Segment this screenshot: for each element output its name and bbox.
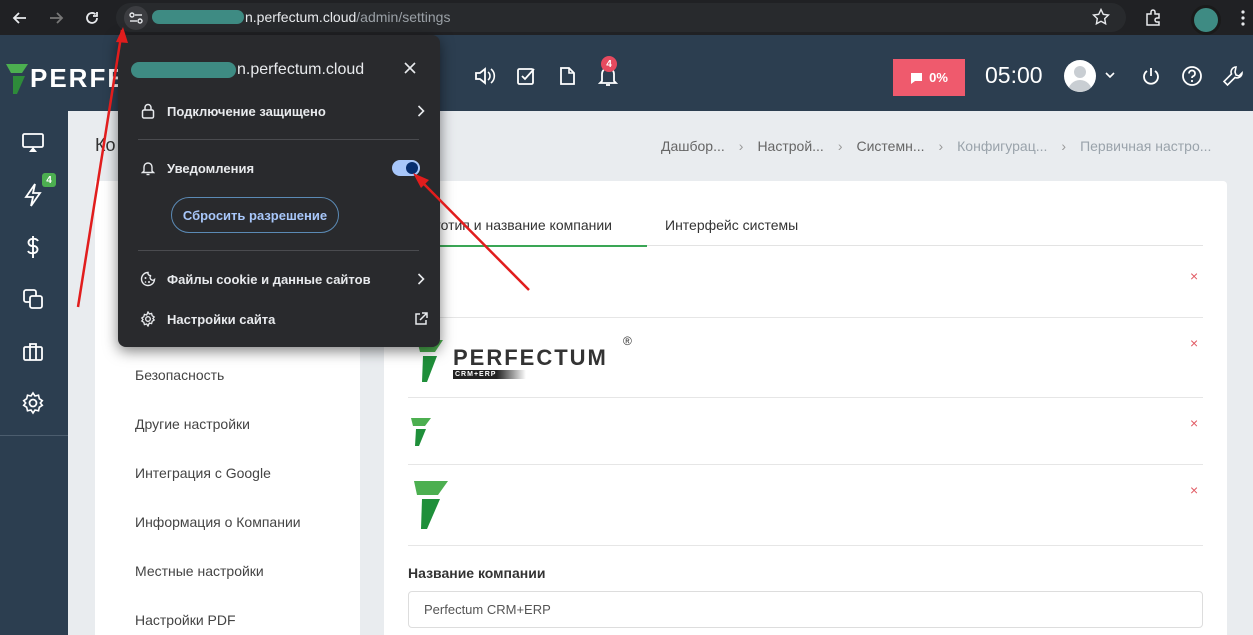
check-square-icon[interactable] <box>515 65 537 87</box>
logo-registered: ® <box>623 334 632 348</box>
tab-logo-company-name[interactable]: оготип и название компании <box>428 217 612 233</box>
timer: 05:00 <box>985 62 1043 88</box>
logo-row <box>408 247 1203 318</box>
chevron-right-icon <box>413 103 429 119</box>
site-settings-icon[interactable] <box>124 6 148 30</box>
breadcrumb-item[interactable]: Конфигурац... <box>957 138 1047 154</box>
gear-icon <box>139 310 157 328</box>
favicon-small-image <box>411 418 431 446</box>
remove-logo-button[interactable]: × <box>1190 335 1198 351</box>
menu-item-company-info[interactable]: Информация о Компании <box>135 514 301 530</box>
logo-text: PERFE <box>30 63 127 93</box>
remove-logo-button[interactable]: × <box>1190 268 1198 284</box>
notification-badge: 4 <box>601 56 617 72</box>
flag-icon <box>911 72 923 84</box>
extensions-icon[interactable] <box>1143 8 1163 28</box>
breadcrumb-item[interactable]: Настрой... <box>757 138 823 154</box>
browser-toolbar: n.perfectum.cloud /admin/settings <box>0 0 1253 35</box>
menu-item-local-settings[interactable]: Местные настройки <box>135 563 264 579</box>
logo-subtitle: CRM+ERP <box>453 370 527 379</box>
gear-icon[interactable] <box>20 390 46 416</box>
user-avatar[interactable] <box>1064 60 1096 92</box>
open-external-icon <box>413 311 429 327</box>
profile-avatar[interactable] <box>1191 5 1221 35</box>
wrench-icon[interactable] <box>1222 65 1244 87</box>
site-info-popup: n.perfectum.cloud Подключение защищено У… <box>118 35 440 347</box>
reload-icon[interactable] <box>82 8 102 28</box>
connection-secure-row[interactable]: Подключение защищено <box>139 99 429 123</box>
breadcrumb: Дашбор... › Настрой... › Системн... › Ко… <box>661 138 1211 154</box>
breadcrumb-item: Первичная настро... <box>1080 138 1212 154</box>
url-text: n.perfectum.cloud /admin/settings <box>152 9 450 25</box>
redacted-subdomain <box>152 10 244 24</box>
help-icon[interactable] <box>1181 65 1203 87</box>
breadcrumb-separator: › <box>938 138 944 154</box>
url-host: n.perfectum.cloud <box>245 9 357 25</box>
menu-kebab-icon[interactable] <box>1233 8 1253 28</box>
app-logo[interactable]: PERFE <box>6 63 127 94</box>
cookies-row[interactable]: Файлы cookie и данные сайтов <box>139 267 429 291</box>
sound-icon[interactable] <box>474 65 496 87</box>
copy-icon[interactable] <box>20 286 46 312</box>
remove-logo-button[interactable]: × <box>1190 482 1198 498</box>
progress-label: 0% <box>929 70 948 85</box>
lock-icon <box>139 102 157 120</box>
close-icon[interactable] <box>400 58 420 78</box>
company-logo-image: PERFECTUM ® CRM+ERP <box>417 334 632 382</box>
bell-icon <box>139 159 157 177</box>
breadcrumb-item[interactable]: Дашбор... <box>661 138 725 154</box>
chevron-down-icon[interactable] <box>1103 68 1117 82</box>
cookies-label: Файлы cookie и данные сайтов <box>167 271 371 287</box>
notifications-toggle[interactable] <box>392 160 420 176</box>
redacted-subdomain <box>131 62 236 78</box>
briefcase-icon[interactable] <box>20 339 46 365</box>
popup-host: n.perfectum.cloud <box>237 61 365 78</box>
sidebar-divider <box>0 435 68 436</box>
cookie-icon <box>139 270 157 288</box>
logo-wordmark: PERFECTUM <box>453 345 608 370</box>
menu-item-google-integration[interactable]: Интеграция с Google <box>135 465 271 481</box>
connection-secure-label: Подключение защищено <box>167 103 326 119</box>
address-bar[interactable]: n.perfectum.cloud /admin/settings <box>116 3 1126 32</box>
main-panel: оготип и название компании Интерфейс сис… <box>384 181 1227 635</box>
breadcrumb-separator: › <box>837 138 843 154</box>
progress-button[interactable]: 0% <box>893 59 965 96</box>
site-settings-row[interactable]: Настройки сайта <box>139 307 429 331</box>
favicon-large-image <box>414 481 448 529</box>
url-path: /admin/settings <box>356 9 451 25</box>
popup-divider <box>138 139 419 140</box>
notifications-row[interactable]: Уведомления <box>139 156 429 180</box>
chevron-right-icon <box>413 271 429 287</box>
company-name-label: Название компании <box>408 565 546 581</box>
breadcrumb-separator: › <box>738 138 744 154</box>
favicon-row <box>408 398 1203 465</box>
menu-item-pdf-settings[interactable]: Настройки PDF <box>135 612 236 628</box>
breadcrumb-separator: › <box>1061 138 1067 154</box>
popup-divider <box>138 250 419 251</box>
site-settings-label: Настройки сайта <box>167 311 276 327</box>
star-icon[interactable] <box>1091 7 1111 31</box>
monitor-icon[interactable] <box>20 130 46 156</box>
logo-row: PERFECTUM ® CRM+ERP <box>408 318 1203 398</box>
page-title: Ко <box>95 135 116 155</box>
forward-icon[interactable] <box>46 8 66 28</box>
remove-logo-button[interactable]: × <box>1190 415 1198 431</box>
back-icon[interactable] <box>10 8 30 28</box>
tab-system-interface[interactable]: Интерфейс системы <box>665 217 798 233</box>
dollar-icon[interactable] <box>20 234 46 260</box>
file-icon[interactable] <box>556 65 578 87</box>
sidebar: 4 <box>0 111 68 635</box>
reset-permission-button[interactable]: Сбросить разрешение <box>171 197 339 233</box>
notifications-label: Уведомления <box>167 160 255 176</box>
popup-title: n.perfectum.cloud <box>131 61 364 79</box>
menu-item-security[interactable]: Безопасность <box>135 367 224 383</box>
power-icon[interactable] <box>1140 65 1162 87</box>
favicon-row <box>408 465 1203 546</box>
company-name-input[interactable]: Perfectum CRM+ERP <box>408 591 1203 628</box>
breadcrumb-item[interactable]: Системн... <box>856 138 924 154</box>
sidebar-badge: 4 <box>42 173 56 187</box>
menu-item-other-settings[interactable]: Другие настройки <box>135 416 250 432</box>
